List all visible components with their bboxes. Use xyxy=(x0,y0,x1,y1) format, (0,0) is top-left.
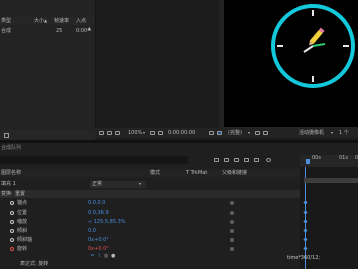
transform-reset-link[interactable]: 重置 xyxy=(15,192,25,197)
mask-visibility-icon[interactable] xyxy=(107,131,112,135)
item-in: 0:00 xyxy=(76,28,88,34)
layer-column-header: 图层名称 模式 T TrkMat 父级和链接 xyxy=(0,169,300,177)
stopwatch-icon[interactable] xyxy=(10,238,14,242)
item-fps: 25 xyxy=(56,28,63,34)
column-parent[interactable]: 父级和链接 xyxy=(222,171,247,176)
shy-layers-icon[interactable] xyxy=(234,158,239,162)
layer-row[interactable]: 填充 1 正常 ▾ xyxy=(0,180,358,188)
hour-marker-9 xyxy=(277,45,283,47)
time-ruler[interactable]: 00s 01s 02s xyxy=(300,155,358,167)
project-item-row[interactable]: 合成 25 0:00 ♣ xyxy=(0,27,95,35)
transform-group[interactable]: 变换 · 重置 xyxy=(0,190,300,198)
item-type: 合成 xyxy=(1,28,12,34)
stopwatch-icon[interactable] xyxy=(10,220,14,224)
expression-controls: ＝ ⌇ ◎ ● xyxy=(90,254,130,260)
property-name: 倾斜 xyxy=(17,228,28,234)
transform-label: 变换 xyxy=(1,191,12,197)
viewer-toolbar: 100% ▾ 0:00:00:00 (完整) ▾ 活动摄像机 ▾ 1 个 xyxy=(95,128,358,138)
link-indicator[interactable] xyxy=(230,238,234,242)
pick-whip-icon[interactable]: ◎ xyxy=(104,254,108,259)
chevron-down-icon: ▾ xyxy=(248,130,251,135)
chevron-down-icon: ▾ xyxy=(139,181,142,186)
chevron-down-icon: ▾ xyxy=(143,130,146,135)
stopwatch-icon[interactable] xyxy=(10,201,14,205)
resolution-select[interactable]: (完整) xyxy=(228,131,242,136)
draft-3d-icon[interactable] xyxy=(224,158,229,162)
property-value[interactable]: 0.0 xyxy=(88,229,96,234)
ruler-label: 00s xyxy=(312,155,321,161)
effects-panel xyxy=(95,0,219,130)
clock-graphic xyxy=(271,4,355,88)
hour-hand xyxy=(303,45,314,53)
channel-icon[interactable] xyxy=(217,131,222,135)
sort-arrow-icon: ▲ xyxy=(44,18,48,23)
link-indicator[interactable] xyxy=(230,247,234,251)
3d-view-icon[interactable] xyxy=(263,131,268,135)
expression-graph-icon[interactable]: ⌇ xyxy=(98,254,100,259)
expression-label: 表达式: 旋转 xyxy=(20,261,49,267)
current-time-display[interactable]: 0:00:00:00 xyxy=(168,131,195,136)
layer-search-input[interactable] xyxy=(0,156,188,164)
expression-code-field[interactable]: time*360/12; xyxy=(287,256,320,261)
grid-icon[interactable] xyxy=(150,131,155,135)
separator-dot: · xyxy=(11,191,13,196)
link-indicator[interactable] xyxy=(230,211,234,215)
composition-canvas[interactable] xyxy=(224,0,358,127)
region-of-interest-icon[interactable] xyxy=(115,131,120,135)
stopwatch-icon[interactable] xyxy=(10,211,14,215)
composition-icon: ♣ xyxy=(87,27,92,33)
stopwatch-icon[interactable] xyxy=(10,247,14,251)
property-value[interactable]: 0x+0.0° xyxy=(88,247,109,252)
hour-marker-12 xyxy=(312,10,314,16)
column-in[interactable]: 入点 xyxy=(76,19,86,24)
property-name: 旋转 xyxy=(17,246,28,252)
blend-mode-value: 正常 xyxy=(92,181,103,187)
property-name: 位置 xyxy=(17,210,28,216)
link-indicator[interactable] xyxy=(230,220,234,224)
timeline-tab[interactable]: 合成队列 xyxy=(1,146,21,151)
chevron-down-icon: ▾ xyxy=(331,130,334,135)
property-name: 缩放 xyxy=(17,219,28,225)
playhead-handle[interactable] xyxy=(306,159,310,164)
transparency-grid-icon[interactable] xyxy=(158,131,163,135)
motion-blur-icon[interactable] xyxy=(254,158,259,162)
fast-preview-icon[interactable] xyxy=(255,131,260,135)
column-layer-name[interactable]: 图层名称 xyxy=(1,171,21,176)
camera-select[interactable]: 活动摄像机 xyxy=(299,131,324,136)
layer-name[interactable]: 填充 1 xyxy=(1,182,16,187)
view-layout-select[interactable]: 1 个 xyxy=(339,131,349,136)
frame-blending-icon[interactable] xyxy=(244,158,249,162)
blend-mode-select[interactable]: 正常 ▾ xyxy=(90,181,146,188)
hour-marker-3 xyxy=(343,45,349,47)
property-value[interactable]: 0.0,0.0 xyxy=(88,201,106,206)
hour-marker-6 xyxy=(312,76,314,82)
column-mode[interactable]: 模式 xyxy=(150,171,160,176)
graph-editor-icon[interactable] xyxy=(266,158,271,162)
link-indicator[interactable] xyxy=(230,201,234,205)
always-preview-icon[interactable] xyxy=(99,131,104,135)
property-value[interactable]: 0x+0.0° xyxy=(88,238,109,243)
timeline-switches-toolbar xyxy=(200,156,295,164)
link-indicator[interactable] xyxy=(230,229,234,233)
column-fps[interactable]: 帧速率 xyxy=(54,19,69,24)
panel-divider xyxy=(0,140,358,143)
ruler-label: 01s xyxy=(339,155,348,161)
trash-icon[interactable] xyxy=(4,133,9,138)
project-panel: 类型 大小 ▲ 帧速率 入点 合成 25 0:00 ♣ xyxy=(0,0,95,143)
composition-flowchart-icon[interactable] xyxy=(214,158,219,162)
expression-language-menu-icon[interactable]: ● xyxy=(111,254,115,259)
property-value[interactable]: ∞ 125.5,85.3% xyxy=(88,220,126,225)
snapshot-icon[interactable] xyxy=(209,131,214,135)
column-type[interactable]: 类型 xyxy=(1,19,11,24)
minute-hand xyxy=(312,43,326,47)
property-name: 倾斜轴 xyxy=(17,237,33,243)
stopwatch-icon[interactable] xyxy=(10,229,14,233)
property-name: 锚点 xyxy=(17,200,28,206)
expression-enable-icon[interactable]: ＝ xyxy=(90,254,95,259)
column-trkmat[interactable]: T TrkMat xyxy=(186,171,207,176)
column-size[interactable]: 大小 xyxy=(34,19,44,24)
zoom-select[interactable]: 100% xyxy=(128,131,142,136)
property-value[interactable]: 0.0,36.9 xyxy=(88,211,109,216)
